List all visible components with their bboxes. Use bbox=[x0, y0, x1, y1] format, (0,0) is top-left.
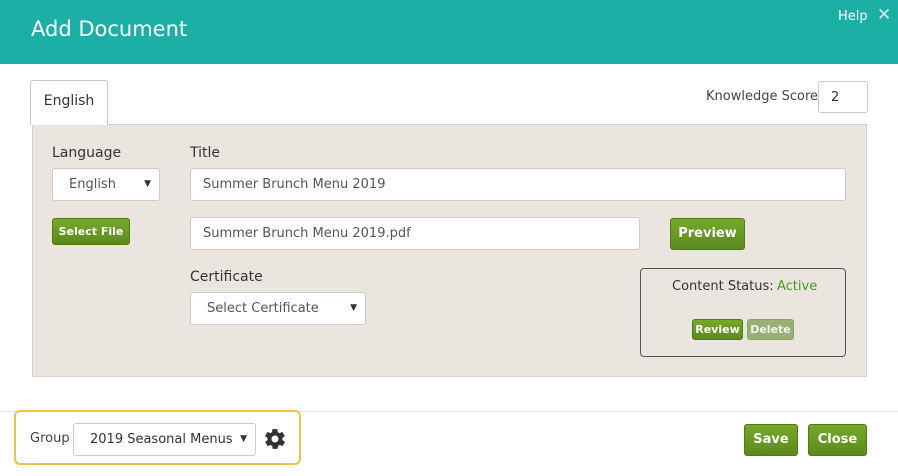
close-button[interactable]: Close bbox=[808, 424, 867, 456]
group-label: Group bbox=[30, 431, 70, 446]
group-select[interactable]: 2019 Seasonal Menus ▼ bbox=[73, 423, 256, 456]
content-status-box: Content Status: Active bbox=[640, 268, 846, 357]
caret-down-icon: ▼ bbox=[350, 303, 357, 313]
knowledge-score-input[interactable] bbox=[818, 81, 868, 113]
dialog-header: Add Document Help ✕ bbox=[0, 0, 898, 64]
title-input[interactable] bbox=[190, 168, 846, 201]
group-select-value: 2019 Seasonal Menus bbox=[90, 432, 233, 447]
delete-button[interactable]: Delete bbox=[747, 319, 794, 340]
language-select[interactable]: English ▼ bbox=[52, 168, 160, 201]
title-label: Title bbox=[190, 145, 221, 161]
save-button[interactable]: Save bbox=[744, 424, 798, 456]
caret-down-icon: ▼ bbox=[144, 179, 151, 189]
content-status-label: Content Status: bbox=[672, 279, 774, 294]
knowledge-score-label: Knowledge Score bbox=[706, 89, 819, 104]
preview-button[interactable]: Preview bbox=[670, 218, 745, 250]
gear-icon[interactable] bbox=[263, 427, 287, 451]
file-name-input[interactable] bbox=[190, 217, 640, 250]
content-status-value: Active bbox=[777, 279, 818, 294]
close-icon[interactable]: ✕ bbox=[877, 5, 891, 25]
dialog-title: Add Document bbox=[31, 17, 188, 41]
certificate-select[interactable]: Select Certificate ▼ bbox=[190, 292, 366, 325]
certificate-label: Certificate bbox=[190, 269, 263, 285]
certificate-select-value: Select Certificate bbox=[207, 301, 319, 316]
language-select-value: English bbox=[69, 177, 116, 192]
tab-english[interactable]: English bbox=[30, 80, 108, 125]
caret-down-icon: ▼ bbox=[240, 434, 247, 444]
help-link[interactable]: Help bbox=[838, 9, 868, 24]
language-label: Language bbox=[52, 145, 122, 161]
select-file-button[interactable]: Select File bbox=[52, 218, 130, 245]
review-button[interactable]: Review bbox=[692, 319, 743, 340]
